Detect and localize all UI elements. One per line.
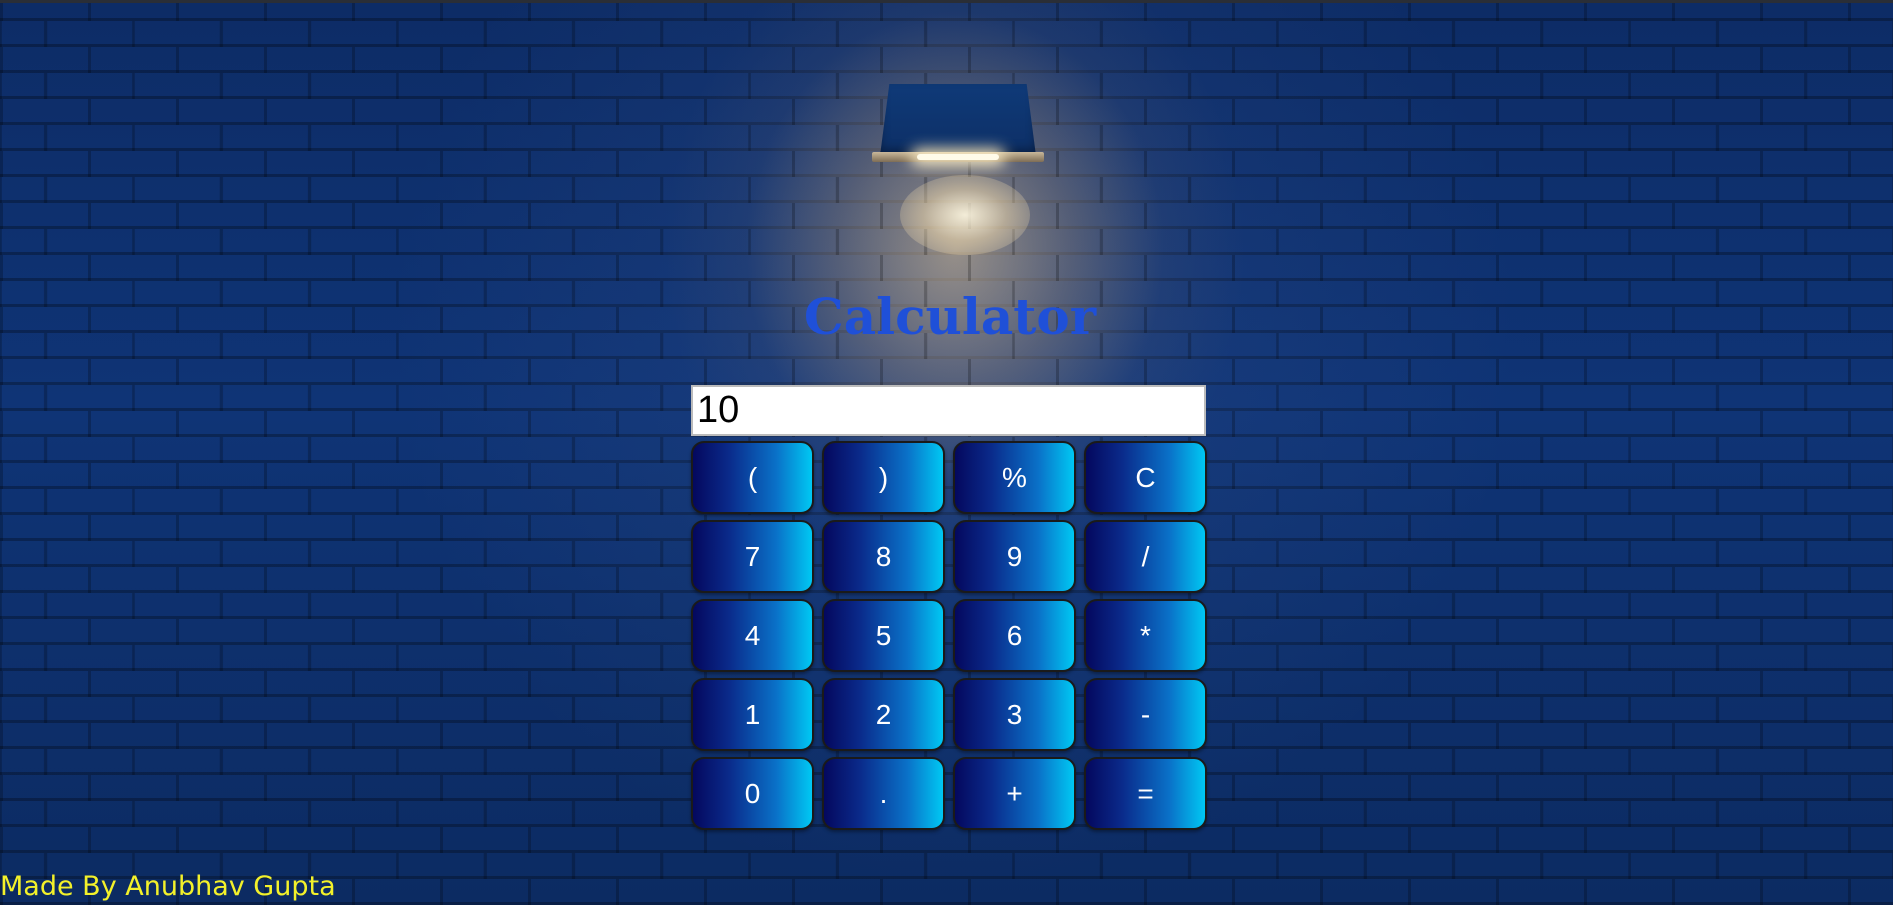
key-0-button[interactable]: 0 [691,757,814,830]
lamp-bulb [917,154,999,160]
wall-lamp-icon [872,84,1044,174]
key-4-button[interactable]: 4 [691,599,814,672]
calculator-keypad: ()% C 7 8 9/ 4 5 6 * 1 2 3- 0. + = [691,441,1208,830]
footer-credit: Made By Anubhav Gupta [0,871,336,902]
key-3-button[interactable]: 3 [953,678,1076,751]
page-title: Calculator [803,287,1097,346]
key-8-button[interactable]: 8 [822,520,945,593]
key-close-paren-button[interactable]: ) [822,441,945,514]
lamp-housing [880,84,1036,156]
key-1-button[interactable]: 1 [691,678,814,751]
key-equals-button[interactable]: = [1084,757,1207,830]
key-7-button[interactable]: 7 [691,520,814,593]
key-5-button[interactable]: 5 [822,599,945,672]
key-multiply-button[interactable]: * [1084,599,1207,672]
key-2-button[interactable]: 2 [822,678,945,751]
key-percent-button[interactable]: % [953,441,1076,514]
key-clear-button[interactable]: C [1084,441,1207,514]
window-top-edge [0,0,1893,3]
calculator-display[interactable]: 10 [691,385,1206,436]
lamp-glow [900,175,1030,255]
key-9-button[interactable]: 9 [953,520,1076,593]
key-6-button[interactable]: 6 [953,599,1076,672]
key-open-paren-button[interactable]: ( [691,441,814,514]
key-decimal-button[interactable]: . [822,757,945,830]
key-add-button[interactable]: + [953,757,1076,830]
key-subtract-button[interactable]: - [1084,678,1207,751]
key-divide-button[interactable]: / [1084,520,1207,593]
